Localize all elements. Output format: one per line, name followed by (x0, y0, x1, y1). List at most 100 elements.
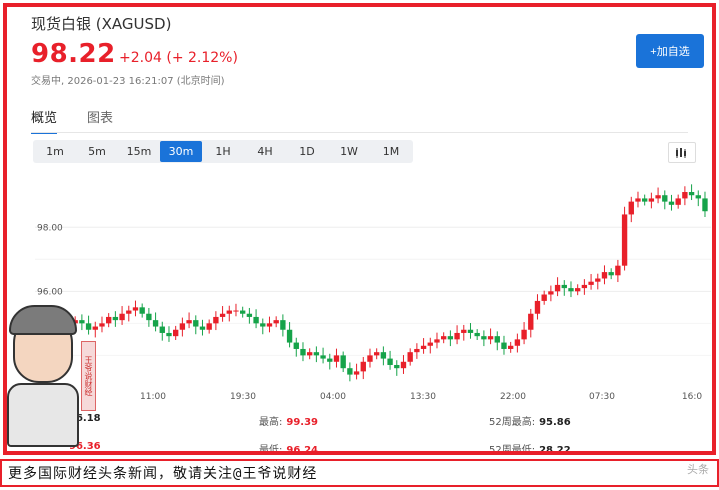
candle-body (347, 368, 353, 375)
interval-1d[interactable]: 1D (286, 141, 328, 162)
candle-body (474, 332, 480, 337)
candle-body (601, 272, 608, 279)
price-chart[interactable]: 98.0096.0001:3011:0019:3004:0013:3022:00… (35, 172, 711, 400)
candle-body (313, 352, 320, 356)
w52-high-label: 52周最高: (489, 417, 536, 428)
y-tick-label: 98.00 (37, 223, 63, 233)
candle-body (260, 323, 266, 327)
candle-body (508, 345, 514, 349)
instrument-title: 现货白银 (XAGUSD) (31, 15, 172, 33)
candle-body (327, 358, 333, 362)
candle-body (695, 195, 701, 199)
candle-body (635, 198, 641, 202)
candle-body (434, 339, 440, 343)
candle-body (307, 352, 313, 356)
candle-body (628, 201, 634, 215)
x-tick-label: 04:00 (320, 392, 346, 400)
candle-body (367, 355, 373, 362)
add-watchlist-button[interactable]: +加自选 (636, 34, 704, 68)
interval-1w[interactable]: 1W (328, 141, 370, 162)
stat-low: 最低: 96.24 (259, 441, 319, 455)
candle-body (186, 320, 192, 324)
candle-body (675, 198, 681, 205)
interval-30m[interactable]: 30m (160, 141, 202, 162)
stat-high: 最高: 99.39 (259, 413, 318, 428)
candle-body (199, 326, 206, 330)
candle-body (159, 326, 165, 333)
candle-body (280, 320, 286, 330)
candle-body (226, 310, 232, 314)
last-price: 98.22 (31, 39, 116, 69)
tab-overview[interactable]: 概览 (31, 107, 58, 134)
candle-body (648, 198, 655, 202)
x-tick-label: 11:00 (140, 392, 166, 400)
low-label: 最低: (259, 445, 283, 455)
candle-body (152, 320, 159, 327)
interval-5m[interactable]: 5m (76, 141, 118, 162)
candle-body (293, 342, 299, 349)
stat-52w-low: 52周最低: 28.22 (489, 441, 571, 451)
candle-body (561, 284, 567, 289)
candle-body (219, 313, 226, 317)
candle-body (380, 352, 387, 359)
candle-body (286, 329, 293, 343)
candle-body (360, 361, 366, 372)
candle-body (481, 336, 487, 340)
candle-body (554, 284, 561, 292)
candle-body (608, 272, 614, 276)
candle-body (595, 278, 601, 282)
candle-body (340, 355, 346, 369)
candle-body (642, 198, 648, 202)
candle-body (454, 332, 460, 340)
candle-body (588, 281, 594, 285)
x-tick-label: 13:30 (410, 392, 436, 400)
interval-1m[interactable]: 1m (34, 141, 76, 162)
candle-body (568, 288, 574, 292)
high-label: 最高: (259, 417, 283, 428)
candlestick-icon (676, 147, 686, 158)
candle-body (447, 336, 454, 340)
tab-chart[interactable]: 图表 (87, 107, 113, 134)
candle-body (300, 348, 306, 356)
candle-body (132, 307, 139, 311)
candle-body (548, 291, 554, 295)
candle-body (621, 214, 628, 266)
candle-body (273, 320, 279, 324)
low-value: 96.24 (286, 445, 319, 455)
candle-body (240, 310, 246, 314)
candle-body (146, 313, 152, 321)
candle-body (581, 284, 588, 289)
candle-body (427, 342, 433, 346)
stat-52w-high: 52周最高: 95.86 (489, 413, 571, 428)
avatar-body (7, 383, 79, 447)
avatar-name-tag: 王爷说财经 (81, 341, 96, 411)
candle-body (166, 332, 172, 337)
candle-body (615, 265, 621, 276)
candle-body (400, 361, 407, 369)
candle-body (662, 195, 668, 202)
candle-body (119, 313, 125, 321)
candle-body (414, 348, 420, 353)
candle-body (374, 352, 380, 356)
candle-body (193, 320, 199, 327)
interval-1h[interactable]: 1H (202, 141, 244, 162)
candle-body (139, 307, 145, 314)
interval-15m[interactable]: 15m (118, 141, 160, 162)
candle-body (541, 294, 547, 301)
trade-status-time: 交易中, 2026-01-23 16:21:07 (北京时间) (31, 76, 225, 87)
chart-type-button[interactable] (668, 142, 696, 163)
candle-body (420, 345, 427, 349)
quote-panel: 现货白银 (XAGUSD) 98.22 +2.04 (+ 2.12%) 交易中,… (3, 3, 716, 455)
x-tick-label: 22:00 (500, 392, 526, 400)
candle-body (407, 352, 413, 362)
candle-body (682, 192, 688, 199)
candle-body (494, 336, 500, 343)
candle-body (514, 339, 521, 346)
footer-banner: 更多国际财经头条新闻，敬请关注@王爷说财经 (0, 459, 719, 487)
candle-body (575, 288, 581, 292)
candle-body (528, 313, 534, 330)
candle-body (702, 198, 708, 212)
interval-4h[interactable]: 4H (244, 141, 286, 162)
interval-1mo[interactable]: 1M (370, 141, 412, 162)
candle-body (688, 192, 695, 196)
